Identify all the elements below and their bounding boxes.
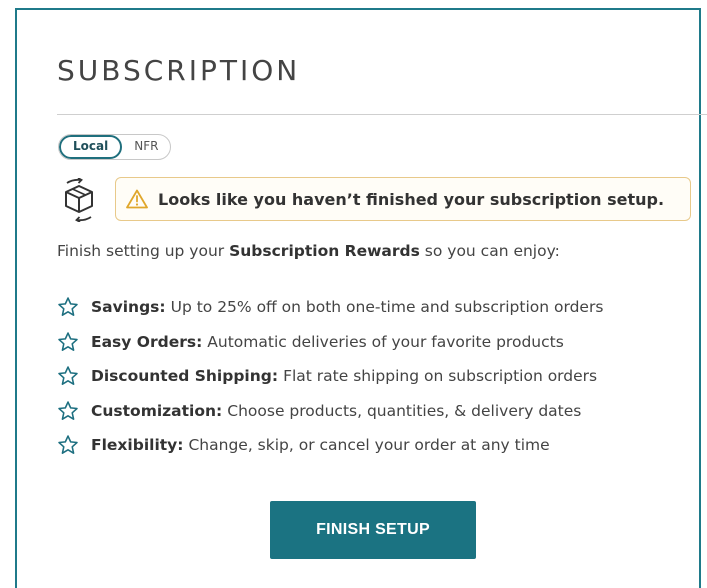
benefit-text: Automatic deliveries of your favorite pr…: [207, 332, 564, 351]
toggle-option-nfr[interactable]: NFR: [122, 135, 170, 159]
warning-message: Looks like you haven’t finished your sub…: [158, 189, 665, 209]
benefit-text: Flat rate shipping on subscription order…: [283, 367, 598, 386]
star-outline-icon: [58, 400, 78, 420]
benefit-title: Customization:: [91, 401, 223, 420]
market-toggle[interactable]: Local NFR: [58, 134, 172, 160]
star-outline-icon: [58, 366, 78, 386]
intro-suffix: so you can enjoy:: [419, 242, 560, 260]
benefit-text: Change, skip, or cancel your order at an…: [188, 436, 550, 455]
benefit-text: Choose products, quantities, & delivery …: [227, 401, 582, 420]
title-divider: [57, 114, 707, 115]
benefit-item-savings: Savings: Up to 25% off on both one-time …: [57, 290, 603, 325]
setup-warning-banner: Looks like you haven’t finished your sub…: [115, 177, 691, 221]
subscription-card: SUBSCRIPTION Local NFR Looks like you ha…: [15, 8, 707, 588]
warning-triangle-icon: [126, 189, 148, 209]
benefit-title: Discounted Shipping:: [91, 367, 279, 386]
benefit-title: Savings:: [91, 298, 166, 317]
benefit-item-flexibility: Flexibility: Change, skip, or cancel you…: [57, 428, 603, 463]
benefit-item-easy-orders: Easy Orders: Automatic deliveries of you…: [57, 325, 603, 360]
intro-program-name: Subscription Rewards: [229, 242, 420, 260]
benefit-item-customization: Customization: Choose products, quantiti…: [57, 394, 603, 429]
benefit-title: Easy Orders:: [91, 332, 203, 351]
star-outline-icon: [58, 435, 78, 455]
finish-setup-button[interactable]: FINISH SETUP: [270, 501, 476, 559]
star-outline-icon: [58, 297, 78, 317]
benefit-item-discounted-shipping: Discounted Shipping: Flat rate shipping …: [57, 359, 603, 394]
section-title: SUBSCRIPTION: [57, 54, 301, 87]
benefits-list: Savings: Up to 25% off on both one-time …: [57, 290, 603, 463]
benefit-text: Up to 25% off on both one-time and subsc…: [170, 298, 604, 317]
benefit-title: Flexibility:: [91, 436, 184, 455]
intro-text: Finish setting up your Subscription Rewa…: [57, 242, 560, 260]
toggle-option-local[interactable]: Local: [59, 135, 123, 159]
intro-prefix: Finish setting up your: [57, 242, 230, 260]
star-outline-icon: [58, 331, 78, 351]
subscription-box-icon: [65, 178, 93, 222]
